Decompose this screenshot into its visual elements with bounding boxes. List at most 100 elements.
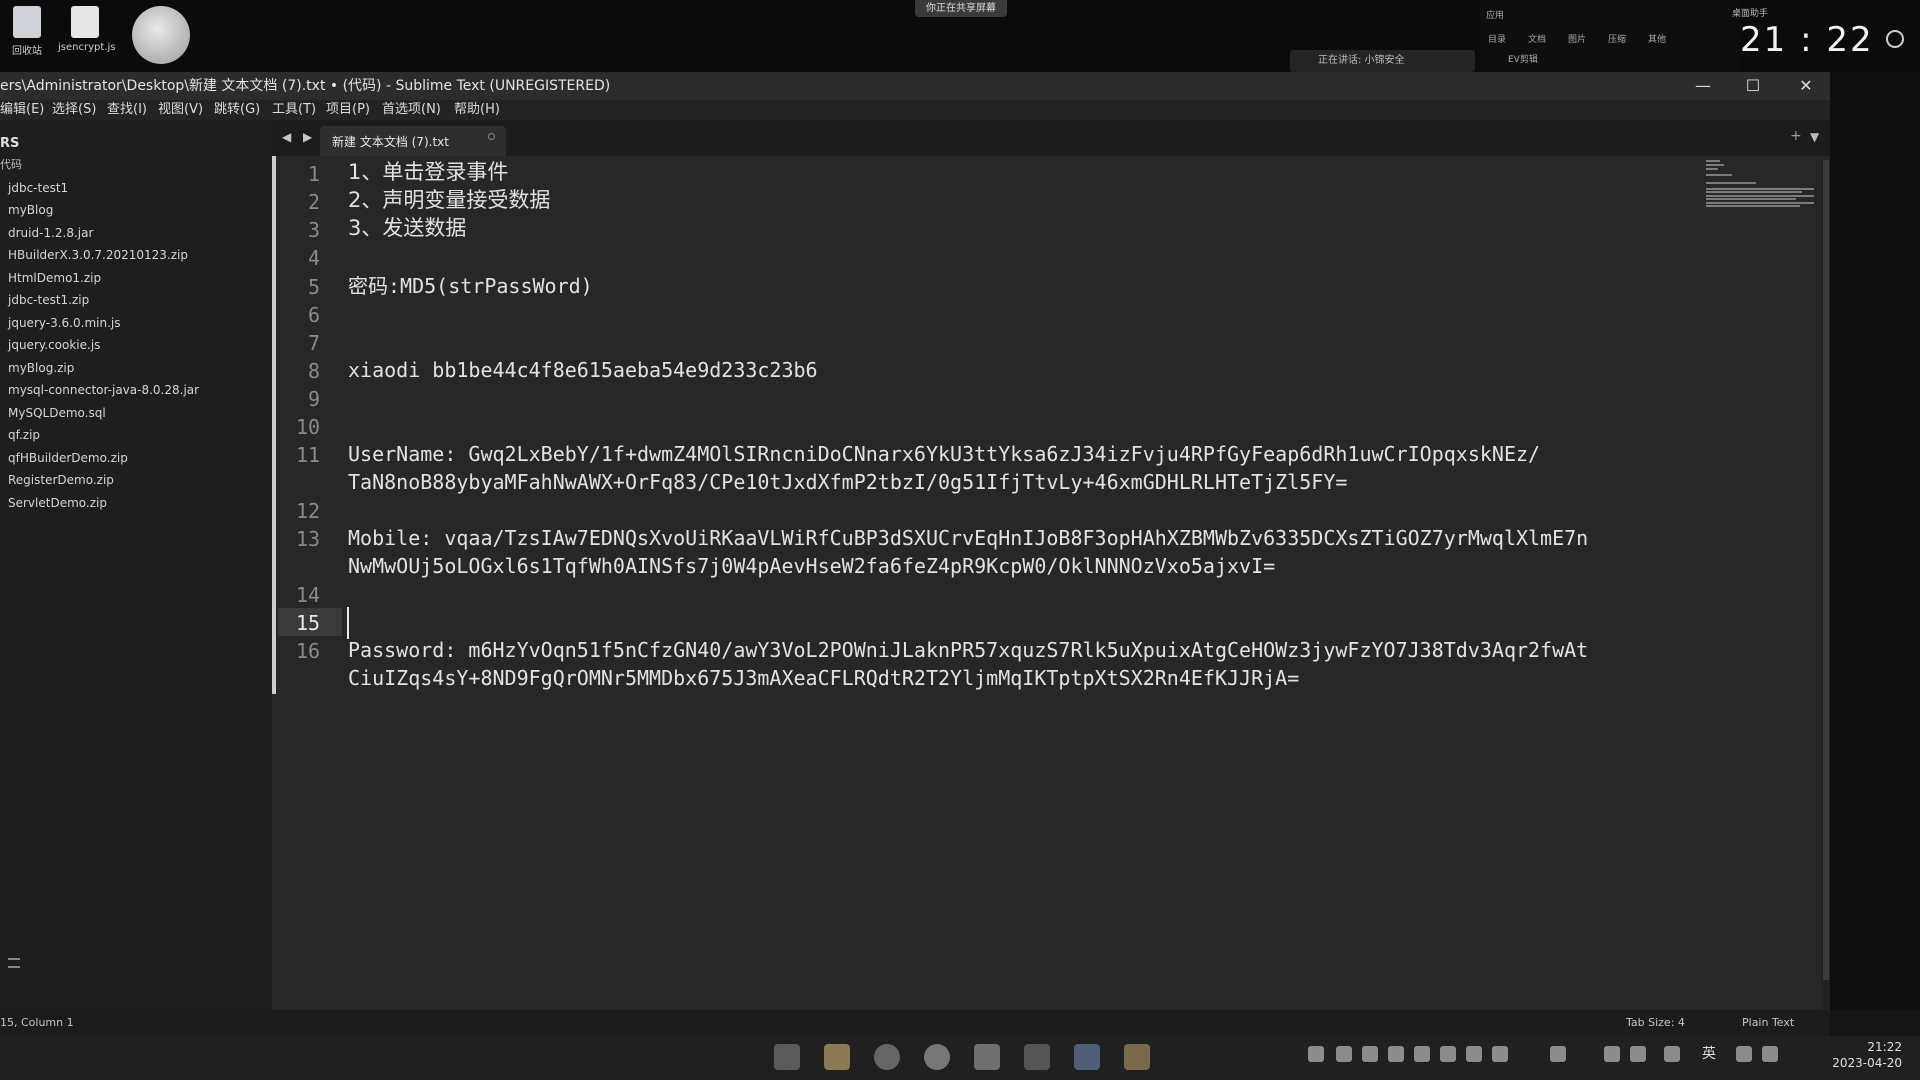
status-tab-size[interactable]: Tab Size: 4 xyxy=(1626,1016,1685,1029)
tray-icon[interactable] xyxy=(1466,1046,1482,1062)
menu-tools[interactable]: 工具(T) xyxy=(272,100,316,120)
menu-preferences[interactable]: 首选项(N) xyxy=(382,100,441,120)
tray-icon[interactable] xyxy=(1440,1046,1456,1062)
maximize-icon: ☐ xyxy=(1745,76,1761,95)
tab-list-chevron-icon[interactable]: ▼ xyxy=(1810,130,1819,144)
minimize-button[interactable]: — xyxy=(1680,72,1726,100)
edge-browser-icon[interactable] xyxy=(874,1044,900,1070)
monitor-app-icon[interactable] xyxy=(1024,1044,1050,1070)
sidebar-item-hbuilderx[interactable]: HBuilderX.3.0.7.20210123.zip xyxy=(8,248,188,270)
tab-close-icon[interactable] xyxy=(488,133,495,140)
sidebar-toggle-icon[interactable] xyxy=(8,958,20,968)
minimap-line xyxy=(1706,195,1814,197)
code-line[interactable]: 密码:MD5(strPassWord) xyxy=(348,272,593,300)
menu-goto[interactable]: 跳转(G) xyxy=(214,100,260,120)
code-line[interactable]: 3、发送数据 xyxy=(348,214,466,242)
right-side-panel xyxy=(1830,72,1920,1010)
sidebar-item-jdbc-test1-zip[interactable]: jdbc-test1.zip xyxy=(8,293,89,315)
sidebar-item-htmldemo1[interactable]: HtmlDemo1.zip xyxy=(8,271,101,293)
jsencrypt-shortcut[interactable]: jsencrypt.js xyxy=(58,6,116,53)
minimap-line xyxy=(1706,160,1720,162)
desktop-widget: 应用 目录 文档 图片 压缩 其他 EV剪辑 xyxy=(1480,0,1740,72)
recycle-bin-shortcut[interactable]: 回收站 xyxy=(0,6,54,57)
minimap[interactable] xyxy=(1706,160,1818,207)
sidebar-item-qf[interactable]: qf.zip xyxy=(8,428,40,450)
tray-icon[interactable] xyxy=(1362,1046,1378,1062)
status-syntax[interactable]: Plain Text xyxy=(1742,1016,1794,1029)
menu-selection[interactable]: 选择(S) xyxy=(52,100,96,120)
input-language[interactable]: 英 xyxy=(1702,1043,1716,1063)
line-number: 13 xyxy=(296,527,321,551)
sidebar-item-jquery-cookie[interactable]: jquery.cookie.js xyxy=(8,338,100,360)
js-file-icon xyxy=(71,6,99,38)
screen-share-banner[interactable]: 你正在共享屏幕 xyxy=(915,0,1007,17)
tab-nav-arrows[interactable]: ◀ ▶ xyxy=(282,130,316,144)
network-icon[interactable] xyxy=(1736,1046,1752,1062)
text-caret xyxy=(347,607,349,639)
code-line-wrap[interactable]: CiuIZqs4sY+8ND9FgQrOMNr5MMDbx675J3mAXeaC… xyxy=(348,664,1299,692)
sidebar-item-jdbc-test1[interactable]: jdbc-test1 xyxy=(8,181,68,203)
recycle-bin-icon xyxy=(13,6,41,38)
status-bar xyxy=(0,1010,1830,1036)
code-line-wrap[interactable]: NwMwOUj5oLOGxl6s1TqfWh0AINSfs7j0W4pAevHs… xyxy=(348,552,1275,580)
start-menu-icon[interactable] xyxy=(774,1044,800,1070)
line-number: 7 xyxy=(307,331,320,355)
menu-project[interactable]: 项目(P) xyxy=(326,100,370,120)
code-line[interactable]: 1、单击登录事件 xyxy=(348,158,508,186)
menu-find[interactable]: 查找(I) xyxy=(107,100,147,120)
battery-icon[interactable] xyxy=(1630,1046,1646,1062)
status-cursor-position[interactable]: 15, Column 1 xyxy=(0,1016,74,1029)
sidebar-item-mysql-connector[interactable]: mysql-connector-java-8.0.28.jar xyxy=(8,383,199,405)
widget-label-images: 图片 xyxy=(1568,35,1587,45)
minimap-line xyxy=(1706,174,1732,176)
avatar[interactable] xyxy=(132,6,190,64)
menu-view[interactable]: 视图(V) xyxy=(158,100,203,120)
microphone-icon[interactable] xyxy=(1664,1046,1680,1062)
code-line[interactable]: Password: m6HzYvOqn51f5nCfzGN40/awY3VoL2… xyxy=(348,636,1588,664)
sidebar-item-servletdemo[interactable]: ServletDemo.zip xyxy=(8,496,107,518)
sidebar-item-myblog-zip[interactable]: myBlog.zip xyxy=(8,361,74,383)
sidebar-item-registerdemo[interactable]: RegisterDemo.zip xyxy=(8,473,114,495)
brightness-icon[interactable] xyxy=(1886,30,1904,48)
menu-help[interactable]: 帮助(H) xyxy=(454,100,500,120)
vscode-icon[interactable] xyxy=(1074,1044,1100,1070)
chat-icon[interactable] xyxy=(1550,1046,1566,1062)
jsencrypt-label: jsencrypt.js xyxy=(58,42,116,53)
sidebar-item-jquery[interactable]: jquery-3.6.0.min.js xyxy=(8,316,120,338)
line-number: 2 xyxy=(307,190,320,214)
minimap-line xyxy=(1706,202,1814,204)
sidebar-item-mysqldemo[interactable]: MySQLDemo.sql xyxy=(8,406,106,428)
code-line[interactable]: 2、声明变量接受数据 xyxy=(348,186,550,214)
maximize-button[interactable]: ☐ xyxy=(1730,72,1776,100)
sublime-text-icon[interactable] xyxy=(1124,1044,1150,1070)
volume-icon[interactable] xyxy=(1762,1046,1778,1062)
store-app-icon[interactable] xyxy=(974,1044,1000,1070)
tray-icon[interactable] xyxy=(1492,1046,1508,1062)
scrollbar-thumb[interactable] xyxy=(1823,160,1829,980)
clock-label: 桌面助手 xyxy=(1732,9,1769,19)
sidebar-item-druid[interactable]: druid-1.2.8.jar xyxy=(8,226,93,248)
sidebar-folder[interactable]: 代码 xyxy=(0,156,22,172)
mic-status-pill[interactable]: 正在讲话: 小锦安全 xyxy=(1290,50,1475,72)
file-explorer-icon[interactable] xyxy=(824,1044,850,1070)
tray-icon[interactable] xyxy=(1308,1046,1324,1062)
code-line[interactable]: xiaodi bb1be44c4f8e615aeba54e9d233c23b6 xyxy=(348,356,818,384)
taskbar-time[interactable]: 21:22 xyxy=(1838,1040,1902,1054)
new-tab-icon[interactable]: + xyxy=(1790,128,1802,144)
tab-label[interactable]: 新建 文本文档 (7).txt xyxy=(332,133,449,150)
chrome-browser-icon[interactable] xyxy=(924,1044,950,1070)
menu-edit[interactable]: 编辑(E) xyxy=(0,100,44,120)
tray-icon[interactable] xyxy=(1414,1046,1430,1062)
code-line[interactable]: Mobile: vqaa/TzsIAw7EDNQsXvoUiRKaaVLWiRf… xyxy=(348,524,1588,552)
taskbar-date[interactable]: 2023-04-20 xyxy=(1798,1056,1902,1070)
sidebar-item-qfhbuilderdemo[interactable]: qfHBuilderDemo.zip xyxy=(8,451,128,473)
code-line-wrap[interactable]: TaN8noB88ybyaMFahNwAWX+OrFq83/CPe10tJxdX… xyxy=(348,468,1347,496)
bluetooth-icon[interactable] xyxy=(1604,1046,1620,1062)
sidebar-item-myblog[interactable]: myBlog xyxy=(8,203,53,225)
tray-icon[interactable] xyxy=(1336,1046,1352,1062)
code-line[interactable]: UserName: Gwq2LxBebY/1f+dwmZ4MOlSIRncniD… xyxy=(348,440,1540,468)
shield-icon[interactable] xyxy=(1388,1046,1404,1062)
line-number: 12 xyxy=(296,499,321,523)
close-button[interactable]: ✕ xyxy=(1783,72,1829,100)
widget-label-other: 其他 xyxy=(1648,35,1667,45)
